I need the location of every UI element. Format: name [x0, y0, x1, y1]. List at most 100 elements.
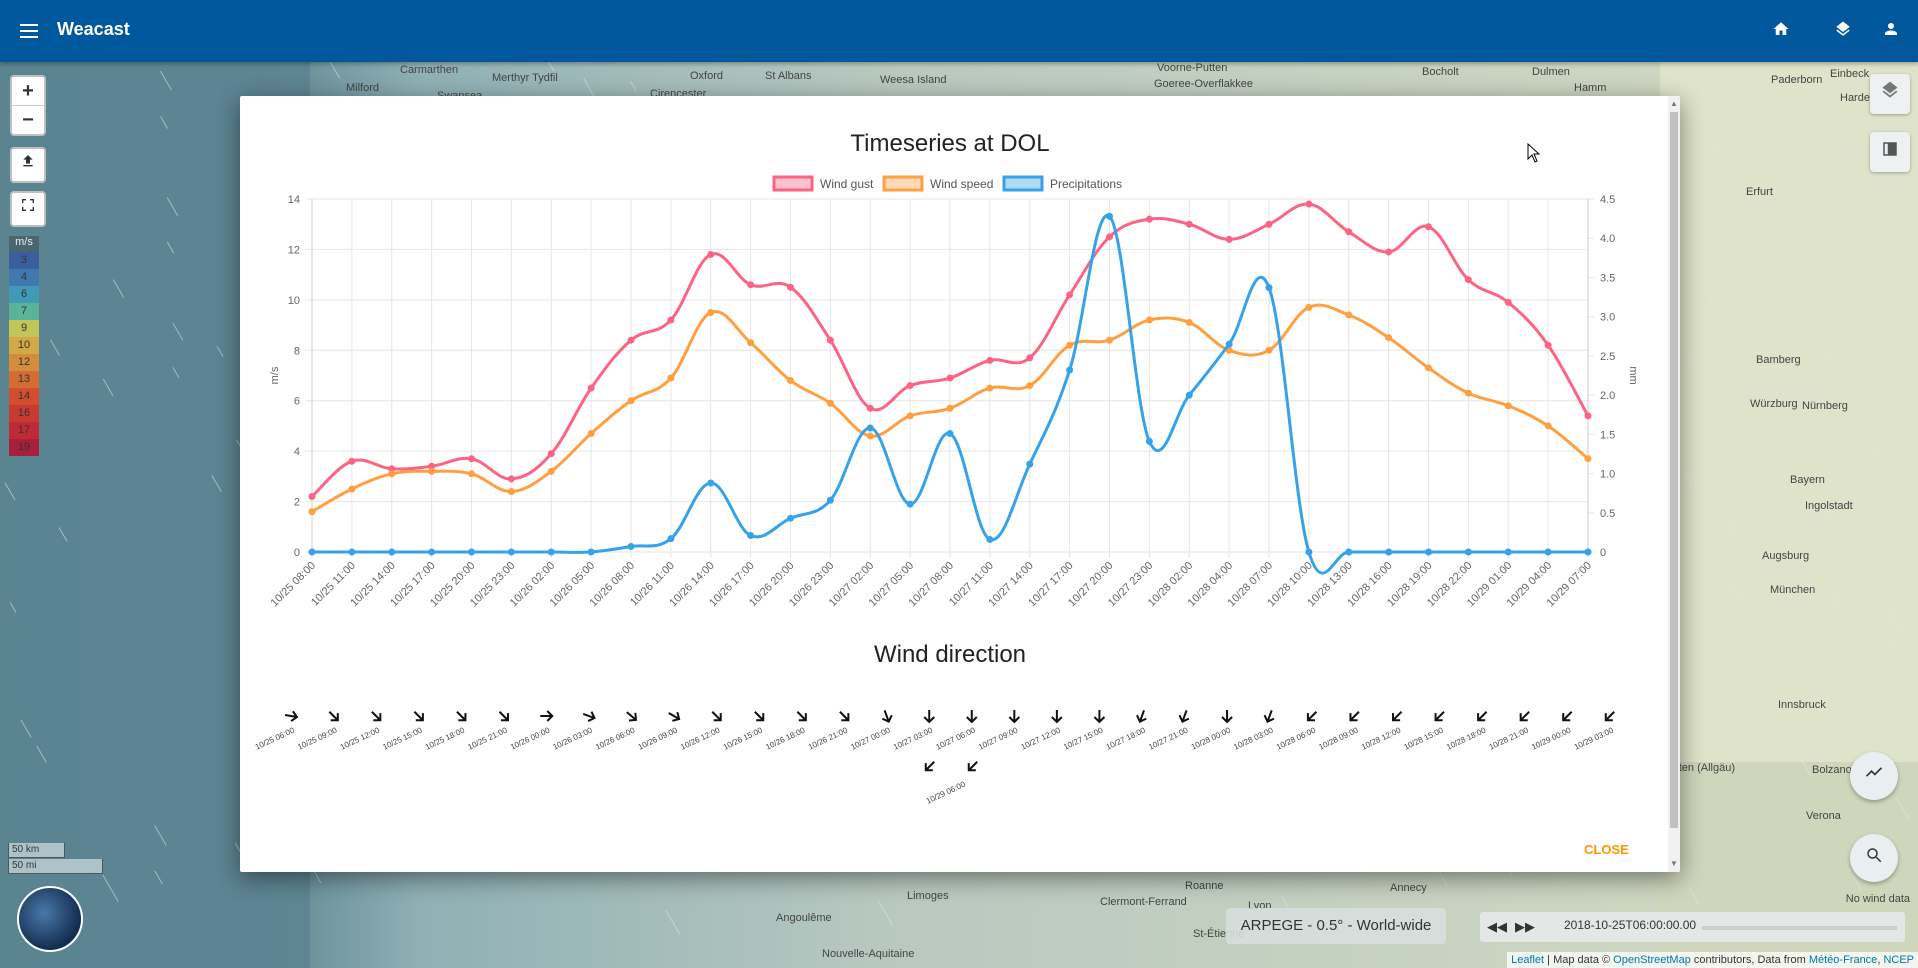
y-axis-label: m/s — [269, 366, 281, 384]
legend-cell: 3 — [9, 252, 39, 269]
meteo-link[interactable]: Météo-France — [1809, 954, 1877, 966]
legend-cell: 19 — [9, 439, 39, 456]
series-point — [507, 487, 515, 495]
wind-arrow — [1093, 710, 1106, 724]
wind-direction-tick-label: 10/26 18:00 — [764, 725, 807, 751]
series-point — [1026, 382, 1034, 390]
y-tick-label: 0 — [294, 547, 300, 559]
series-point — [348, 485, 356, 493]
time-control: ◀◀ ▶▶ 2018-10-25T06:00:00.00 — [1480, 912, 1905, 942]
search-icon[interactable] — [1850, 834, 1898, 882]
series-point — [906, 412, 914, 420]
city-label: Voorne-Putten — [1157, 62, 1228, 74]
city-label: Bayern — [1790, 474, 1825, 486]
wind-direction-tick-label: 10/26 21:00 — [807, 725, 850, 751]
y2-tick-label: 4.0 — [1600, 233, 1615, 245]
series-point — [1584, 412, 1592, 420]
leaflet-link[interactable]: Leaflet — [1511, 954, 1544, 966]
wind-direction-tick-label: 10/27 12:00 — [1020, 725, 1063, 751]
wind-direction-tick-label: 10/25 12:00 — [339, 725, 382, 751]
series-point — [747, 339, 755, 347]
wind-direction-tick-label: 10/26 06:00 — [594, 725, 637, 751]
series-point — [1225, 235, 1233, 243]
wind-arrow — [754, 711, 765, 722]
wind-arrow — [1392, 711, 1403, 722]
series-point — [1345, 548, 1353, 556]
series-point — [1265, 284, 1273, 292]
series-point — [1425, 223, 1432, 231]
home-icon[interactable] — [1770, 20, 1792, 42]
close-button[interactable]: CLOSE — [1584, 842, 1629, 857]
wind-direction-tick-label: 10/29 03:00 — [1573, 725, 1616, 751]
y2-tick-label: 2.5 — [1600, 351, 1615, 363]
wind-arrow — [1178, 710, 1190, 723]
legend-label: Wind speed — [930, 177, 993, 191]
city-label: Paderborn — [1771, 74, 1823, 86]
legend-cell: 14 — [9, 388, 39, 405]
account-icon[interactable] — [1880, 20, 1902, 42]
series-point — [986, 535, 994, 543]
series-point — [1265, 346, 1273, 354]
series-point — [308, 508, 316, 516]
wind-arrow — [284, 710, 299, 722]
series-point — [1544, 341, 1552, 349]
panel-toggle-icon[interactable] — [1870, 132, 1910, 172]
upload-icon[interactable] — [10, 147, 46, 183]
zoom-in-button[interactable]: + — [12, 77, 44, 105]
wind-arrow — [1519, 711, 1530, 722]
zoom-out-button[interactable]: − — [12, 105, 44, 134]
current-datetime[interactable]: 2018-10-25T06:00:00.00 — [1564, 918, 1696, 932]
wind-arrow — [1604, 711, 1615, 722]
osm-link[interactable]: OpenStreetMap — [1613, 954, 1691, 966]
legend-unit: m/s — [9, 236, 39, 252]
wind-direction-tick-label: 10/26 03:00 — [552, 725, 595, 751]
wind-arrow — [668, 711, 681, 722]
scale-km: 50 km — [8, 843, 65, 858]
series-point — [1464, 548, 1472, 556]
series-point — [1106, 233, 1113, 241]
city-label: Augsburg — [1762, 550, 1810, 562]
fullscreen-icon[interactable] — [10, 191, 46, 227]
legend-cell: 12 — [9, 354, 39, 371]
city-label: Nouvelle-Aquitaine — [822, 948, 915, 960]
step-forward-icon[interactable]: ▶▶ — [1514, 916, 1536, 938]
series-point — [1106, 336, 1113, 344]
series-point — [468, 455, 475, 463]
dialog-scrollbar[interactable]: ▲ ▼ — [1668, 96, 1680, 872]
step-backward-icon[interactable]: ◀◀ — [1486, 916, 1508, 938]
wind-direction-tick-label: 10/29 06:00 — [925, 779, 968, 805]
legend-label: Wind gust — [820, 177, 874, 191]
y-tick-label: 4 — [294, 446, 300, 458]
forecast-model-select[interactable]: ARPEGE - 0.5° - World-wide — [1226, 908, 1446, 944]
ncep-link[interactable]: NCEP — [1883, 954, 1914, 966]
series-point — [866, 404, 874, 412]
wind-arrow — [456, 711, 467, 722]
menu-icon[interactable] — [18, 20, 40, 42]
city-label: Ingolstadt — [1805, 500, 1853, 512]
series-point — [1584, 548, 1592, 556]
legend-cell: 16 — [9, 405, 39, 422]
series-point — [1544, 422, 1552, 430]
wind-direction-tick-label: 10/27 06:00 — [935, 725, 978, 751]
legend-swatch — [882, 175, 924, 192]
app-title: Weacast — [57, 19, 130, 39]
series-point — [627, 397, 635, 405]
layers-icon[interactable] — [1832, 20, 1854, 42]
wind-direction-title: Wind direction — [874, 641, 1026, 668]
wind-direction-tick-label: 10/26 09:00 — [637, 725, 680, 751]
globe-icon[interactable] — [17, 886, 83, 952]
timeseries-icon[interactable] — [1850, 752, 1898, 800]
series-point — [1145, 215, 1153, 223]
wind-direction-tick-label: 10/28 03:00 — [1232, 725, 1275, 751]
time-slider[interactable] — [1702, 926, 1897, 930]
y2-axis-label: mm — [1627, 366, 1639, 384]
layers-panel-icon[interactable] — [1870, 74, 1910, 114]
wind-direction-tick-label: 10/26 15:00 — [722, 725, 765, 751]
series-point — [1385, 548, 1393, 556]
series-point — [1504, 548, 1512, 556]
series-point — [826, 336, 834, 344]
city-label: Clermont-Ferrand — [1100, 896, 1187, 908]
y2-tick-label: 3.0 — [1600, 312, 1615, 324]
y2-tick-label: 4.5 — [1600, 194, 1615, 206]
y2-tick-label: 0 — [1600, 547, 1606, 559]
